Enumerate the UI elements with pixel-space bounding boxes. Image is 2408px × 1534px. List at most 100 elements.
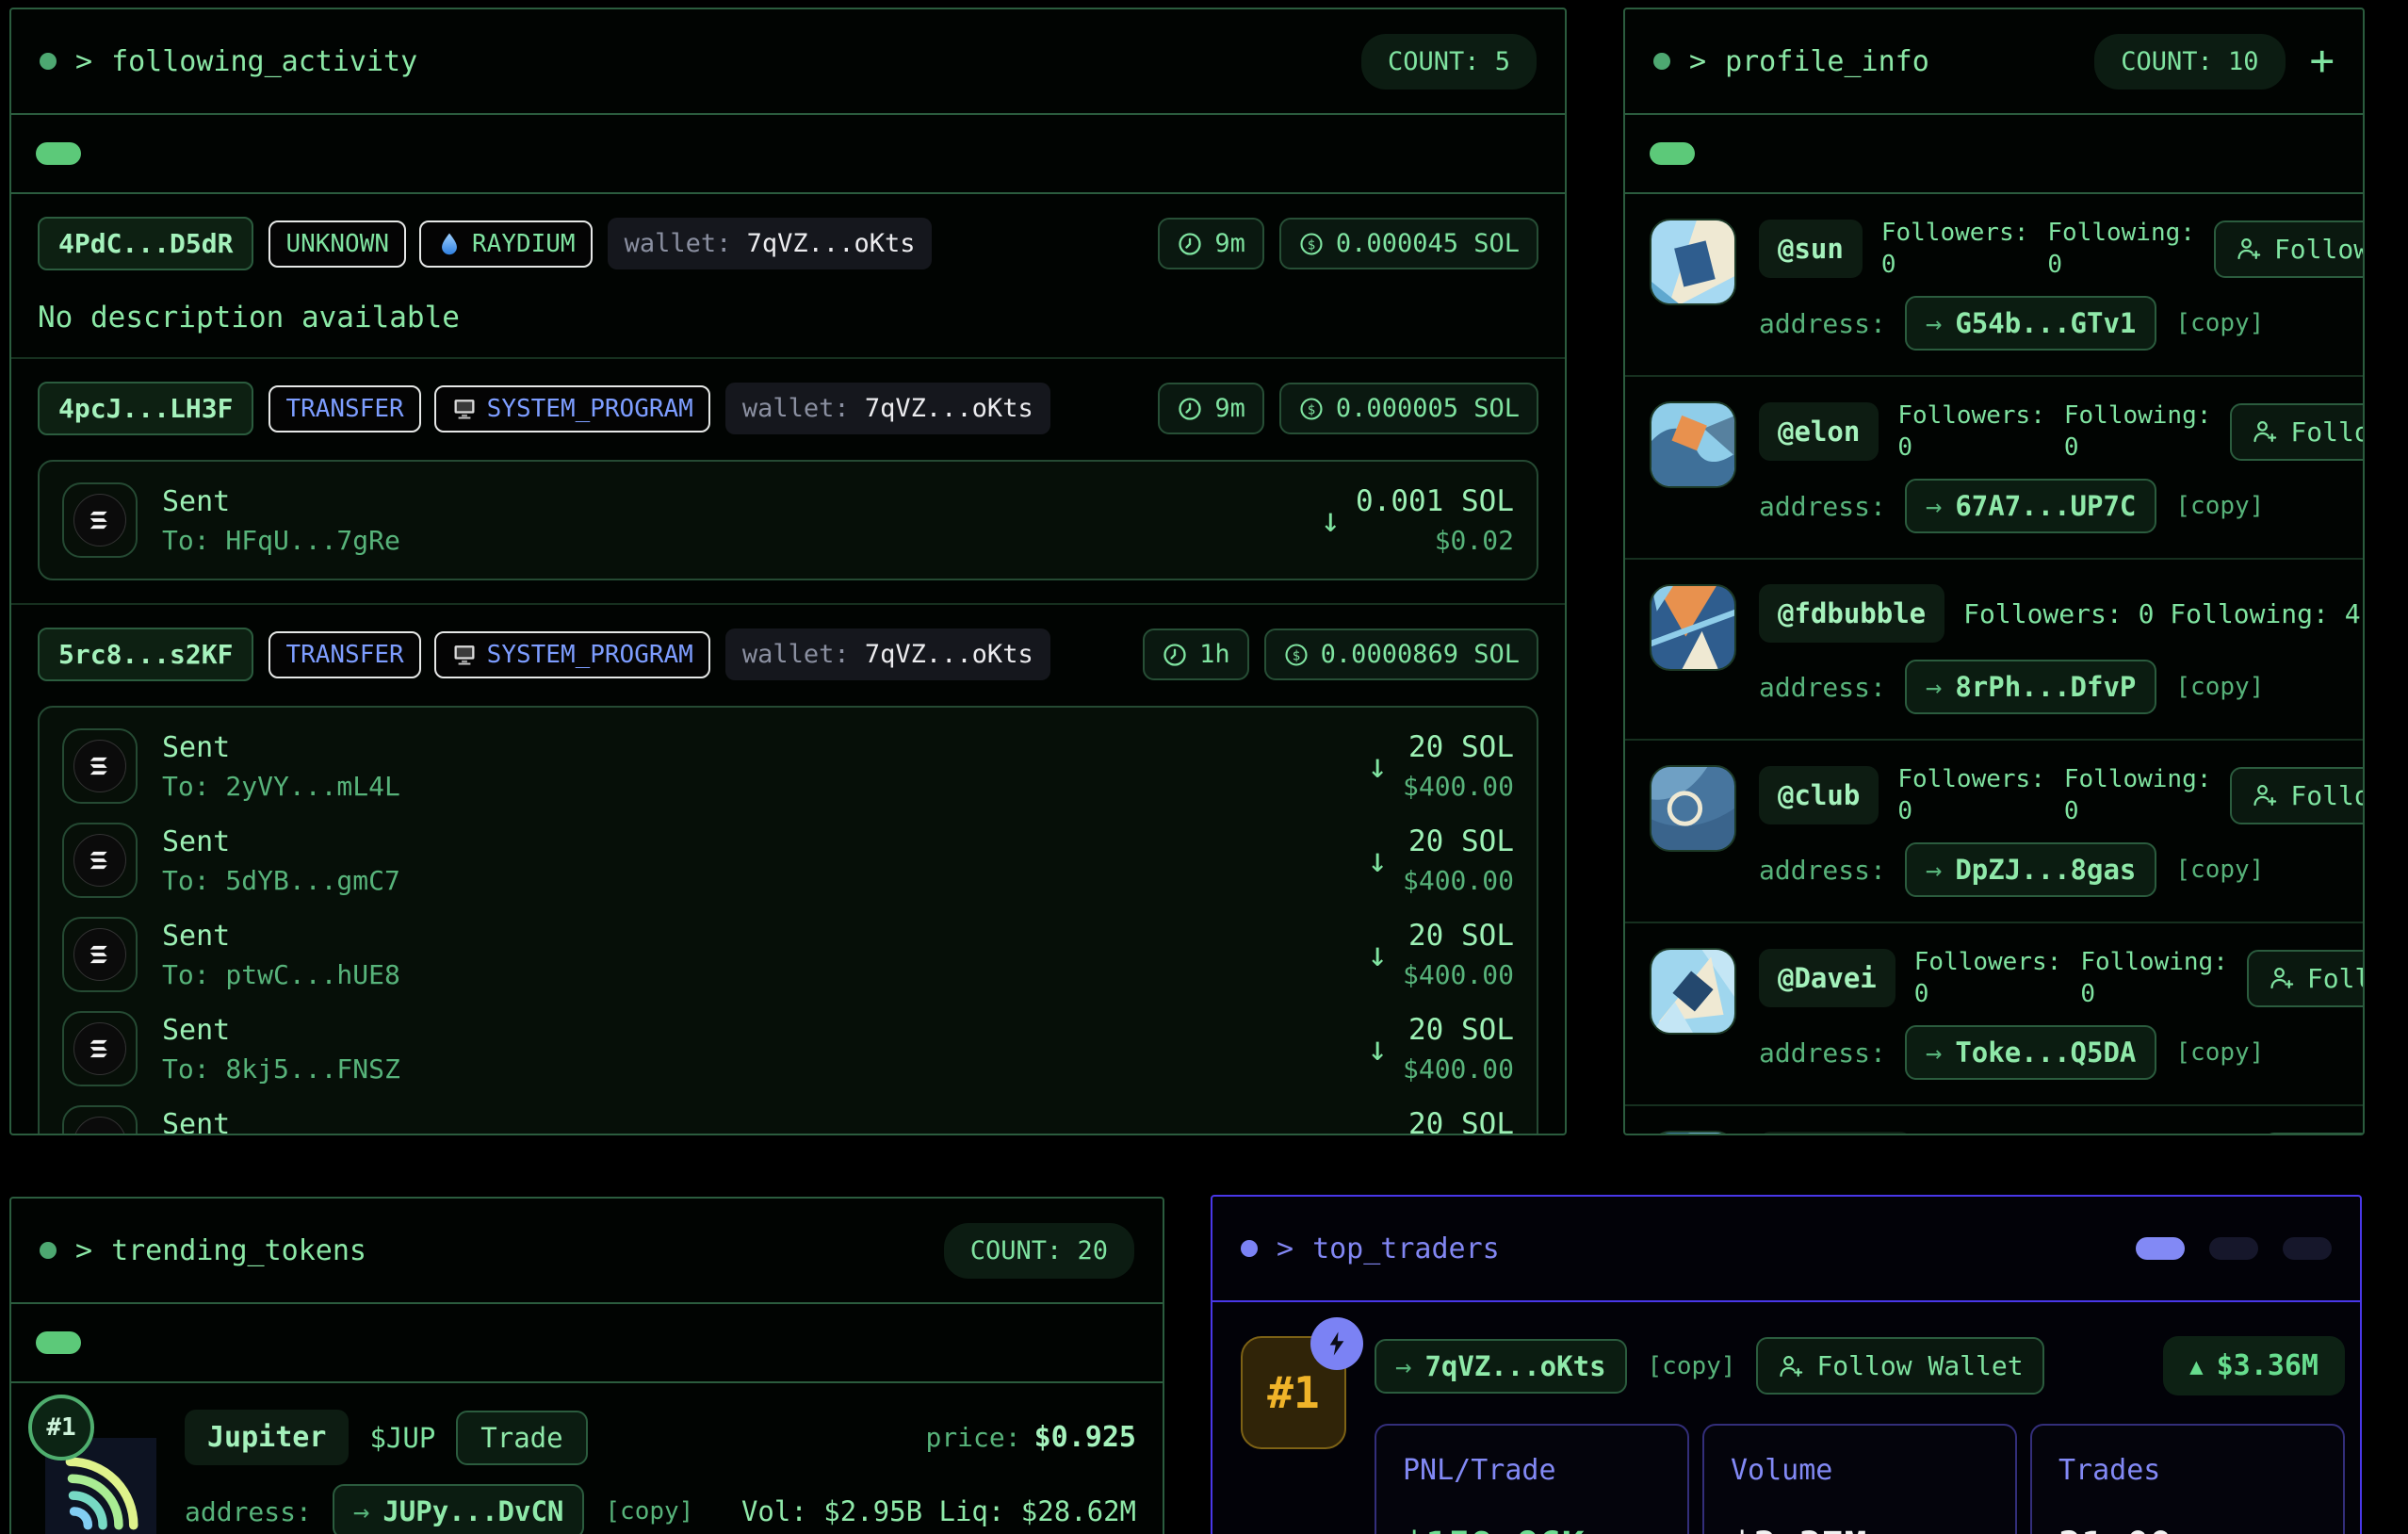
follow-button[interactable]: Follow xyxy=(2230,403,2365,461)
profile-info-header: > profile_info COUNT: 10 + xyxy=(1625,9,2363,115)
panel-top-traders: > top_traders #1 → 7qVZ...oKts [copy] xyxy=(1211,1195,2362,1534)
transfer-recipient: To: ptwC...hUE8 xyxy=(162,959,400,990)
add-profile-button[interactable]: + xyxy=(2310,41,2335,82)
trending-sort-tabs xyxy=(11,1304,1163,1383)
token-address-link[interactable]: → JUPy...DvCN xyxy=(333,1484,585,1534)
transfer-usd-value: $0.02 xyxy=(1435,525,1514,556)
address-label: address: xyxy=(1759,1037,1886,1069)
profile-address-link[interactable]: → G54b...GTv1 xyxy=(1905,296,2157,351)
profile-row: @sun Followers:0 Following:0 Follow addr… xyxy=(1625,194,2363,377)
transfer-list: Sent To: HFqU...7gRe ↓ 0.001 SOL $0.02 xyxy=(38,460,1538,580)
arrow-right-icon: → xyxy=(1395,1350,1411,1382)
transfer-usd-value: $400.00 xyxy=(1403,1053,1514,1085)
trader-wallet-address: 7qVZ...oKts xyxy=(1424,1350,1605,1382)
arrow-right-icon: → xyxy=(1926,671,1942,703)
transfer-row: Sent To: HFqU...7gRe ↓ 0.001 SOL $0.02 xyxy=(62,473,1514,567)
down-arrow-icon: ↓ xyxy=(1367,1124,1388,1136)
panel-title: following_activity xyxy=(111,45,417,78)
profile-address-link[interactable]: → DpZJ...8gas xyxy=(1905,842,2157,897)
copy-button[interactable]: [copy] xyxy=(2175,856,2264,884)
activity-filter-tabs xyxy=(11,115,1565,194)
profile-address-link[interactable]: → 8rPh...DfvP xyxy=(1905,660,2157,714)
tab-transfer[interactable] xyxy=(164,142,209,165)
tab-yesterday[interactable] xyxy=(2209,1237,2258,1260)
transfer-amount: 20 SOL xyxy=(1408,730,1514,764)
profile-avatar-davei xyxy=(1650,948,1736,1035)
tab-unknown[interactable] xyxy=(100,142,145,165)
stat-card: Volume $3.37M xyxy=(1702,1424,2017,1534)
prompt-icon: > xyxy=(75,45,92,78)
svg-text:$: $ xyxy=(1292,648,1299,663)
clock-icon xyxy=(1177,396,1203,422)
tab-1w[interactable] xyxy=(2283,1237,2332,1260)
follow-wallet-button[interactable]: Follow Wallet xyxy=(1756,1337,2043,1395)
follow-button[interactable]: Follow xyxy=(2247,950,2365,1007)
dollar-icon: $ xyxy=(1298,231,1325,257)
tx-wallet-chip: wallet: 7qVZ...oKts xyxy=(725,383,1050,434)
trader-stat-cards: PNL/Trade $159.86K Volume $3.37M Trades … xyxy=(1375,1424,2345,1534)
profile-list: @sun Followers:0 Following:0 Follow addr… xyxy=(1625,194,2363,1135)
tx-type-badges: TRANSFER SYSTEM_PROGRAM xyxy=(268,631,709,678)
tab-rank[interactable] xyxy=(100,1331,145,1354)
panel-profile-info: > profile_info COUNT: 10 + @sun Follower… xyxy=(1623,8,2365,1135)
stat-card: PNL/Trade $159.86K xyxy=(1375,1424,1689,1534)
price-value: $0.925 xyxy=(1034,1421,1136,1454)
trade-button[interactable]: Trade xyxy=(456,1411,587,1465)
tab-today[interactable] xyxy=(2136,1237,2185,1260)
lightning-bolt-icon xyxy=(1310,1317,1363,1370)
dollar-icon: $ xyxy=(1298,396,1325,422)
tx-wallet-chip: wallet: 7qVZ...oKts xyxy=(725,628,1050,680)
tx-type-badge: SYSTEM_PROGRAM xyxy=(434,385,710,432)
stat-label: Volume xyxy=(1731,1454,1989,1487)
copy-button[interactable]: [copy] xyxy=(1648,1352,1736,1380)
person-plus-icon xyxy=(2251,417,2279,446)
tab-explorer[interactable] xyxy=(1714,142,1759,165)
token-row: #1 Jupiter $JUP Trade price: $0.925 addr… xyxy=(11,1383,1163,1534)
transfer-recipient: To: 5dYB...gmC7 xyxy=(162,865,400,896)
transfer-action: Sent xyxy=(162,485,400,518)
copy-button[interactable]: [copy] xyxy=(2175,309,2264,337)
tab-all[interactable] xyxy=(1650,142,1695,165)
stat-label: PNL/Trade xyxy=(1403,1454,1661,1487)
tab-all[interactable] xyxy=(36,142,81,165)
profile-stats-inline: Followers: 0 Following: 4 xyxy=(1963,598,2360,629)
tx-type-badge: TRANSFER xyxy=(268,631,420,678)
copy-button[interactable]: [copy] xyxy=(2175,673,2264,701)
following-stat: Following:0 xyxy=(2064,765,2212,825)
transaction-list: 4PdC...D5dR UNKNOWNRAYDIUM wallet: 7qVZ.… xyxy=(11,194,1565,1135)
profile-avatar-fdbubble xyxy=(1650,584,1736,671)
tx-hash-badge[interactable]: 4PdC...D5dR xyxy=(38,217,253,270)
tx-type-badge: SYSTEM_PROGRAM xyxy=(434,631,710,678)
follow-button[interactable]: Follow xyxy=(2230,767,2365,824)
address-label: address: xyxy=(1759,308,1886,339)
tab-volume-24h[interactable] xyxy=(36,1331,81,1354)
tx-hash-badge[interactable]: 5rc8...s2KF xyxy=(38,628,253,681)
pnl-gain-badge: ▲ $3.36M xyxy=(2163,1336,2345,1395)
tab-liquidity[interactable] xyxy=(164,1331,209,1354)
panel-following-activity: > following_activity COUNT: 5 4PdC...D5d… xyxy=(9,8,1567,1135)
copy-button[interactable]: [copy] xyxy=(2175,492,2264,520)
tx-type-badges: TRANSFER SYSTEM_PROGRAM xyxy=(268,385,709,432)
profile-address-link[interactable]: → Toke...Q5DA xyxy=(1905,1025,2157,1080)
profile-row: @fdbubble Followers: 0 Following: 4 addr… xyxy=(1625,560,2363,741)
copy-button[interactable]: [copy] xyxy=(2175,1038,2264,1067)
tx-description: No description available xyxy=(38,301,1538,335)
down-arrow-icon: ↓ xyxy=(1367,841,1388,880)
following-stat: Following:0 xyxy=(2047,219,2195,279)
profile-filter-tabs xyxy=(1625,115,2363,194)
token-symbol: $JUP xyxy=(369,1422,435,1454)
traders-period-tabs xyxy=(2136,1237,2332,1260)
trader-wallet-link[interactable]: → 7qVZ...oKts xyxy=(1375,1339,1627,1394)
panel-title: profile_info xyxy=(1725,45,1929,78)
arrow-right-icon: → xyxy=(1926,490,1942,522)
follow-button[interactable]: Follow xyxy=(2214,220,2365,278)
transfer-amount: 20 SOL xyxy=(1408,1013,1514,1047)
following-stat: Following:0 xyxy=(2064,401,2212,462)
tx-type-badge: UNKNOWN xyxy=(268,220,406,268)
tx-type-badge: TRANSFER xyxy=(268,385,420,432)
profile-address-link[interactable]: → 67A7...UP7C xyxy=(1905,479,2157,533)
copy-button[interactable]: [copy] xyxy=(605,1497,693,1526)
follow-button[interactable]: Follow xyxy=(2263,1133,2365,1136)
tx-hash-badge[interactable]: 4pcJ...LH3F xyxy=(38,382,253,435)
profile-row: @elon Followers:0 Following:0 Follow add… xyxy=(1625,377,2363,560)
